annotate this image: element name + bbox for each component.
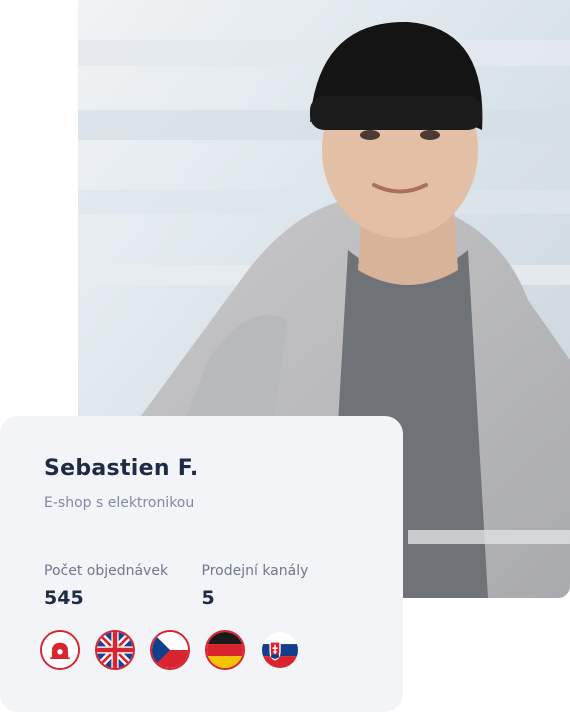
stat-label: Prodejní kanály (201, 563, 309, 579)
stat-channels: Prodejní kanály 5 (202, 562, 360, 610)
profile-card: Sebastien F. E-shop s elektronikou Počet… (0, 416, 403, 712)
stat-label: Počet objednávek (44, 563, 169, 579)
de-flag-icon (205, 630, 245, 670)
sales-channels (40, 630, 359, 670)
stats-row: Počet objednávek 545 Prodejní kanály 5 (44, 562, 359, 610)
uk-flag-icon (95, 630, 135, 670)
stat-orders: Počet objednávek 545 (44, 562, 202, 610)
profile-name: Sebastien F. (44, 456, 199, 481)
stat-value: 545 (44, 587, 84, 609)
sk-flag-icon (260, 630, 300, 670)
profile-subtitle: E-shop s elektronikou (44, 495, 195, 511)
store-icon (40, 630, 80, 670)
cz-flag-icon (150, 630, 190, 670)
stat-value: 5 (201, 587, 215, 609)
testimonial-section: Sebastien F. E-shop s elektronikou Počet… (0, 0, 570, 712)
